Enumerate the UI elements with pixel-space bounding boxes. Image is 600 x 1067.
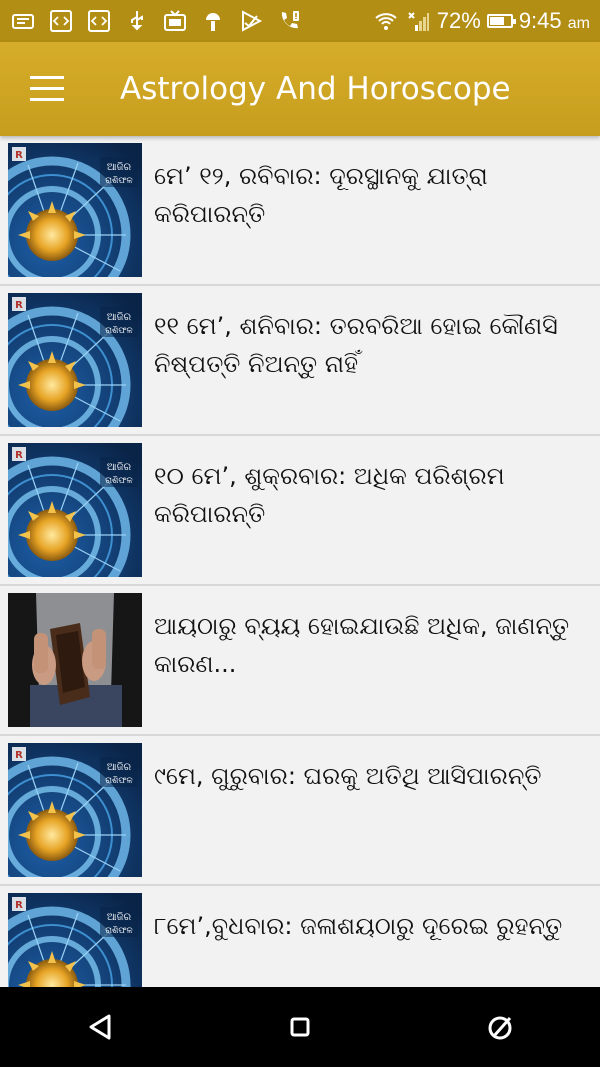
article-item[interactable]: ଆଜିର ରାଶିଫଳ R ୧୧ ମେ’, ଶନିବାର: ତରବରିଆ ହୋଇ…	[0, 286, 600, 436]
empty-wallet-thumbnail-image	[8, 593, 142, 727]
home-icon	[290, 1017, 310, 1037]
app-bar: Astrology And Horoscope	[0, 42, 600, 136]
navigation-bar	[0, 987, 600, 1067]
thumbnail-caption-line-1: ଆଜିର	[107, 762, 132, 773]
code-icon	[48, 8, 74, 34]
tv-icon	[162, 8, 188, 34]
thumbnail-caption-line-2: ରାଶିଫଳ	[105, 175, 133, 186]
thumbnail-caption-line-2: ରାଶିଫଳ	[105, 775, 133, 786]
article-list: ଆଜିର ରାଶିଫଳ R ମେ’ ୧୨, ରବିବାର: ଦୂରସ୍ଥାନକୁ…	[0, 136, 600, 987]
article-thumbnail: ଆଜିର ରାଶିଫଳ R	[8, 743, 142, 877]
call-alert-icon	[276, 8, 302, 34]
zodiac-thumbnail-image: ଆଜିର ରାଶିଫଳ R	[8, 743, 142, 877]
article-title: ୧୦ ମେ’, ଶୁକ୍ରବାର: ଅଧିକ ପରିଶ୍ରମ କରିପାରନ୍ତ…	[154, 462, 505, 528]
article-thumbnail	[8, 593, 142, 727]
battery-percentage: 72%	[436, 8, 481, 33]
message-icon	[10, 8, 36, 34]
article-item[interactable]: ଆୟଠାରୁ ବ୍ୟୟ ହୋଇଯାଉଛି ଅଧିକ, ଜାଣନ୍ତୁ କାରଣ.…	[0, 586, 600, 736]
article-thumbnail: ଆଜିର ରାଶିଫଳ R	[8, 293, 142, 427]
article-title: ଆୟଠାରୁ ବ୍ୟୟ ହୋଇଯାଉଛି ଅଧିକ, ଜାଣନ୍ତୁ କାରଣ.…	[154, 612, 570, 678]
article-item[interactable]: ଆଜିର ରାଶିଫଳ R ମେ’ ୧୨, ରବିବାର: ଦୂରସ୍ଥାନକୁ…	[0, 136, 600, 286]
status-bar: 72% 9:45 am	[0, 0, 600, 42]
thumbnail-caption-line-2: ରାଶିଫଳ	[105, 925, 133, 936]
android-icon	[200, 8, 226, 34]
thumbnail-caption-line-1: ଆଜିର	[107, 462, 132, 473]
article-title: ୮ମେ’,ବୁଧବାର: ଜଳାଶୟଠାରୁ ଦୂରେଇ ରୁହନ୍ତୁ	[154, 912, 563, 940]
article-item[interactable]: ଆଜିର ରାଶିଫଳ R ୧୦ ମେ’, ଶୁକ୍ରବାର: ଅଧିକ ପରି…	[0, 436, 600, 586]
channel-logo-text: R	[15, 450, 23, 461]
recents-icon	[488, 1016, 512, 1040]
thumbnail-caption-line-1: ଆଜିର	[107, 912, 132, 923]
zodiac-thumbnail-image: ଆଜିର ରାଶିଫଳ R	[8, 893, 142, 987]
article-thumbnail: ଆଜିର ରାଶିଫଳ R	[8, 443, 142, 577]
notification-icons	[10, 8, 302, 34]
thumbnail-caption-line-2: ରାଶିଫଳ	[105, 325, 133, 336]
system-status: 72% 9:45 am	[373, 8, 590, 34]
channel-logo-text: R	[15, 900, 23, 911]
clock: 9:45 am	[518, 8, 590, 33]
back-button[interactable]	[60, 987, 140, 1067]
code-icon	[86, 8, 112, 34]
hamburger-menu-icon	[30, 76, 64, 101]
recents-button[interactable]	[460, 987, 540, 1067]
channel-logo-text: R	[15, 300, 23, 311]
article-title: ୯ମେ, ଗୁରୁବାର: ଘରକୁ ଅତିଥି ଆସିପାରନ୍ତି	[154, 762, 542, 790]
article-item[interactable]: ଆଜିର ରାଶିଫଳ R ୮ମେ’,ବୁଧବାର: ଜଳାଶୟଠାରୁ ଦୂର…	[0, 886, 600, 987]
zodiac-thumbnail-image: ଆଜିର ରାଶିଫଳ R	[8, 143, 142, 277]
back-icon	[89, 1014, 111, 1040]
page-title: Astrology And Horoscope	[120, 71, 511, 107]
zodiac-thumbnail-image: ଆଜିର ରାଶିଫଳ R	[8, 293, 142, 427]
article-title: ୧୧ ମେ’, ଶନିବାର: ତରବରିଆ ହୋଇ କୌଣସି ନିଷ୍ପତ୍…	[154, 312, 558, 378]
thumbnail-caption-line-2: ରାଶିଫଳ	[105, 475, 133, 486]
wifi-icon	[373, 8, 399, 34]
signal-icon	[405, 8, 431, 34]
battery-icon	[486, 14, 516, 28]
usb-icon	[124, 8, 150, 34]
zodiac-thumbnail-image: ଆଜିର ରାଶିଫଳ R	[8, 443, 142, 577]
channel-logo-text: R	[15, 750, 23, 761]
thumbnail-caption-line-1: ଆଜିର	[107, 162, 132, 173]
play-icon	[238, 8, 264, 34]
thumbnail-caption-line-1: ଆଜିର	[107, 312, 132, 323]
article-title: ମେ’ ୧୨, ରବିବାର: ଦୂରସ୍ଥାନକୁ ଯାତ୍ରା କରିପାର…	[154, 162, 488, 228]
home-button[interactable]	[260, 987, 340, 1067]
menu-button[interactable]	[0, 42, 94, 136]
article-thumbnail: ଆଜିର ରାଶିଫଳ R	[8, 143, 142, 277]
article-thumbnail: ଆଜିର ରାଶିଫଳ R	[8, 893, 142, 987]
article-item[interactable]: ଆଜିର ରାଶିଫଳ R ୯ମେ, ଗୁରୁବାର: ଘରକୁ ଅତିଥି ଆ…	[0, 736, 600, 886]
channel-logo-text: R	[15, 150, 23, 161]
